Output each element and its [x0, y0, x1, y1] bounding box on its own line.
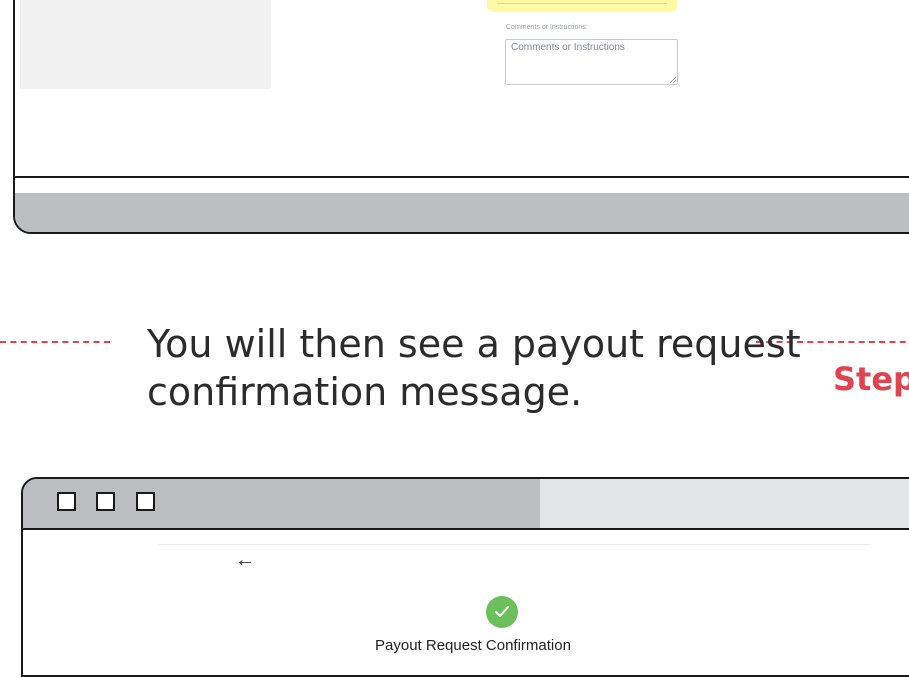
step-instruction-line1: You will then see a payout request [147, 322, 801, 366]
back-arrow-icon[interactable]: ← [235, 549, 255, 572]
top-window-content: Comments or Instructions: Comments or In… [15, 0, 909, 178]
window-button-icon[interactable] [136, 492, 155, 511]
dashed-connector-left [0, 341, 110, 343]
window-bottom-bar [15, 193, 909, 232]
comments-label: Comments or Instructions: [506, 24, 588, 31]
top-browser-window: Comments or Instructions: Comments or In… [13, 0, 909, 234]
confirmation-title: Payout Request Confirmation [375, 637, 571, 654]
address-bar-area [540, 479, 909, 528]
left-panel [20, 0, 271, 89]
step-label: Step [833, 360, 909, 398]
bottom-browser-window: ← Payout Request Confirmation [21, 477, 909, 677]
window-titlebar [23, 479, 909, 530]
resize-handle-icon[interactable] [670, 77, 676, 83]
check-icon [486, 596, 518, 628]
highlighted-field[interactable] [487, 0, 677, 12]
window-button-icon[interactable] [57, 492, 76, 511]
comments-placeholder: Comments or Instructions [511, 42, 625, 53]
comments-textarea[interactable]: Comments or Instructions [505, 39, 678, 85]
window-button-icon[interactable] [96, 492, 115, 511]
step-instruction-line2: confirmation message. [147, 370, 583, 414]
step-instruction: You will then see a payout request confi… [147, 320, 801, 416]
field-underline [497, 3, 667, 4]
header-divider [158, 544, 871, 545]
